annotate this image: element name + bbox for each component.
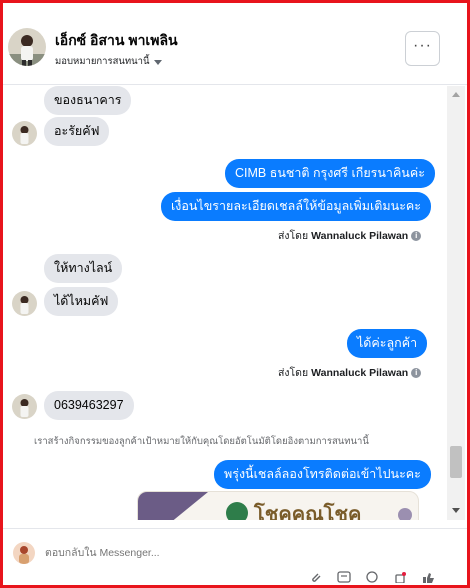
attachment-icon[interactable]	[309, 571, 323, 583]
scroll-down-arrow-icon[interactable]	[452, 508, 460, 513]
sent-by-prefix: ส่งโดย	[278, 367, 309, 379]
thread-scrollbar[interactable]	[447, 86, 465, 520]
message-bubble-outgoing: เงื่อนไขรายละเอียดเชลล์ให้ข้อมูลเพิ่มเติ…	[161, 192, 431, 221]
sent-by-label: ส่งโดย Wannaluck Pilawan i	[278, 227, 422, 244]
message-bubble-outgoing: ได้ค่ะลูกค้า	[347, 329, 428, 358]
contact-name: เอ็กซ์ อิสาน พาเพลิน	[55, 32, 178, 48]
gift-icon[interactable]	[393, 571, 407, 584]
sender-name: Wannaluck Pilawan	[311, 366, 409, 379]
contact-avatar-small	[12, 394, 37, 419]
contact-avatar-small	[12, 121, 37, 146]
attachment-brand-text: โชคคูณโชค	[254, 502, 362, 520]
message-bubble-incoming: 0639463297	[44, 391, 134, 420]
emoji-icon[interactable]	[365, 571, 379, 583]
more-options-button[interactable]: ···	[405, 31, 440, 66]
sender-name: Wannaluck Pilawan	[311, 229, 409, 242]
scroll-up-arrow-icon[interactable]	[452, 92, 460, 97]
saved-replies-icon[interactable]	[337, 571, 351, 583]
message-bubble-outgoing: CIMB ธนชาติ กรุงศรี เกียรนาคินค่ะ	[225, 159, 435, 188]
info-icon[interactable]: i	[411, 367, 422, 378]
caret-down-icon	[153, 59, 162, 65]
assign-label: มอบหมายการสนทนานี้	[55, 56, 150, 67]
attachment-stripe	[138, 492, 208, 520]
contact-avatar-small	[12, 291, 37, 316]
message-bubble-incoming: อะรัยคัฟ	[44, 117, 110, 146]
image-attachment[interactable]: โชคคูณโชค	[137, 491, 419, 520]
page-avatar	[13, 542, 35, 564]
message-bubble-outgoing: พรุ่งนี้เชลล์ลองโทรติดต่อเข้าไปนะคะ	[214, 460, 431, 489]
sent-by-prefix: ส่งโดย	[278, 230, 309, 242]
conversation-header: เอ็กซ์ อิสาน พาเพลิน มอบหมายการสนทนานี้ …	[3, 3, 467, 85]
sent-by-label: ส่งโดย Wannaluck Pilawan i	[278, 364, 422, 381]
reply-input[interactable]	[45, 543, 345, 563]
message-bubble-incoming: ได้ไหมคัฟ	[44, 287, 119, 316]
contact-avatar[interactable]	[8, 28, 46, 66]
assign-conversation-dropdown[interactable]: มอบหมายการสนทนานี้	[55, 54, 162, 69]
brand-logo-icon	[226, 502, 248, 520]
message-bubble-incoming: ของธนาคาร	[44, 86, 132, 115]
scrollbar-thumb[interactable]	[450, 446, 462, 478]
like-icon[interactable]	[421, 571, 435, 583]
message-thread: ของธนาคาร อะรัยคัฟ CIMB ธนชาติ กรุงศรี เ…	[3, 86, 447, 520]
info-icon[interactable]: i	[411, 230, 422, 241]
composer-toolbar	[309, 571, 435, 584]
decorative-dot	[398, 508, 412, 520]
reply-composer	[3, 528, 467, 585]
auto-activity-notice: เราสร้างกิจกรรมของลูกค้าเป้าหมายให้กับคุ…	[34, 436, 369, 447]
message-bubble-incoming: ให้ทางไลน์	[44, 254, 123, 283]
